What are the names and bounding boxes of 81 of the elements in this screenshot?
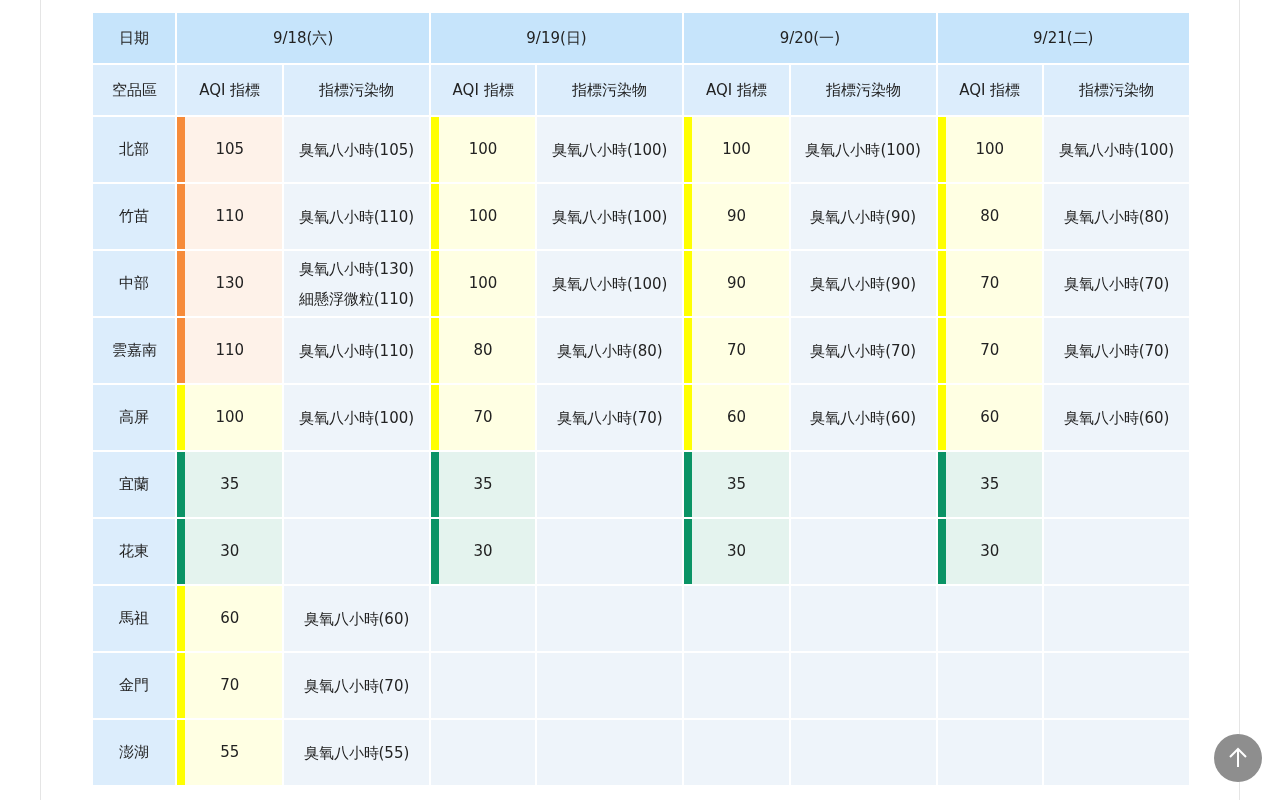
aqi-value: 70 — [980, 341, 1000, 360]
column-header: 指標污染物 — [790, 65, 936, 115]
region-cell: 竹苗 — [93, 184, 176, 249]
pollutant-text: 臭氧八小時(100) — [551, 139, 669, 161]
date-header: 9/21(二) — [937, 13, 1189, 63]
aqi-value: 100 — [468, 274, 498, 293]
date-header: 9/19(日) — [430, 13, 683, 63]
column-header: 指標污染物 — [537, 65, 683, 115]
region-cell: 雲嘉南 — [93, 318, 176, 383]
aqi-value: 100 — [215, 408, 245, 427]
pollutant-text: 臭氧八小時(70) — [302, 675, 411, 697]
aqi-value: 35 — [980, 475, 1000, 494]
date-header: 9/20(一) — [684, 13, 936, 63]
region-cell: 花東 — [93, 519, 176, 584]
aqi-value: 110 — [215, 341, 245, 360]
pollutant-text: 臭氧八小時(90) — [809, 206, 918, 228]
pollutant-text: 臭氧八小時(100) — [1057, 139, 1176, 161]
aqi-value: 130 — [215, 274, 245, 293]
aqi-value: 30 — [473, 542, 493, 561]
region-cell: 馬祖 — [93, 586, 176, 651]
aqi-value: 60 — [980, 408, 1000, 427]
aqi-value: 70 — [726, 341, 746, 360]
column-header: 日期 — [93, 13, 176, 63]
aqi-value: 30 — [980, 542, 1000, 561]
pollutant-text: 臭氧八小時(100) — [804, 139, 922, 161]
aqi-value: 100 — [975, 140, 1005, 159]
aqi-value: 55 — [220, 743, 240, 762]
aqi-value: 35 — [220, 475, 240, 494]
aqi-value: 80 — [980, 207, 1000, 226]
aqi-value: 90 — [726, 274, 746, 293]
region-cell: 宜蘭 — [93, 452, 176, 517]
pollutant-text: 臭氧八小時(100) — [297, 407, 416, 429]
date-header: 9/18(六) — [177, 13, 429, 63]
aqi-value: 100 — [722, 140, 751, 159]
aqi-value: 70 — [220, 676, 240, 695]
aqi-value: 90 — [726, 207, 746, 226]
pollutant-text: 臭氧八小時(70) — [555, 407, 664, 429]
pollutant-text: 臭氧八小時(60) — [1062, 407, 1171, 429]
aqi-value: 30 — [726, 542, 746, 561]
aqi-value: 60 — [726, 408, 746, 427]
pollutant-text: 臭氧八小時(100) — [551, 273, 669, 295]
column-header: 空品區 — [93, 65, 176, 115]
pollutant-text: 臭氧八小時(80) — [1062, 206, 1171, 228]
pollutant-text: 臭氧八小時(70) — [809, 340, 918, 362]
scroll-to-top-button[interactable] — [1214, 734, 1262, 782]
aqi-value: 100 — [468, 207, 498, 226]
pollutant-text: 臭氧八小時(90) — [809, 273, 918, 295]
pollutant-text: 臭氧八小時(110) — [297, 206, 416, 228]
aqi-value: 110 — [215, 207, 245, 226]
region-cell: 金門 — [93, 653, 176, 718]
region-cell: 北部 — [93, 117, 176, 182]
aqi-value: 60 — [220, 609, 240, 628]
column-header: AQI 指標 — [430, 65, 536, 115]
pollutant-text: 臭氧八小時(130) — [297, 258, 416, 280]
aqi-value: 35 — [726, 475, 746, 494]
pollutant-text: 臭氧八小時(100) — [551, 206, 669, 228]
column-header: AQI 指標 — [684, 65, 789, 115]
region-cell: 中部 — [93, 251, 176, 316]
aqi-value: 35 — [473, 475, 493, 494]
aqi-value: 100 — [468, 140, 498, 159]
column-header: 指標污染物 — [1044, 65, 1189, 115]
aqi-value: 80 — [473, 341, 493, 360]
pollutant-text: 臭氧八小時(70) — [1062, 340, 1171, 362]
pollutant-text: 臭氧八小時(60) — [302, 608, 411, 630]
aqi-value: 105 — [215, 140, 245, 159]
region-cell: 高屏 — [93, 385, 176, 450]
pollutant-text: 臭氧八小時(80) — [555, 340, 664, 362]
pollutant-text: 細懸浮微粒(110) — [297, 288, 416, 310]
pollutant-text: 臭氧八小時(105) — [297, 139, 416, 161]
column-header: AQI 指標 — [177, 65, 282, 115]
up-arrow-icon — [1227, 747, 1249, 769]
aqi-value: 30 — [220, 542, 240, 561]
pollutant-text: 臭氧八小時(60) — [809, 407, 918, 429]
aqi-value: 70 — [473, 408, 493, 427]
pollutant-text: 臭氧八小時(110) — [297, 340, 416, 362]
region-cell: 澎湖 — [93, 720, 176, 785]
aqi-value: 70 — [980, 274, 1000, 293]
pollutant-text: 臭氧八小時(70) — [1062, 273, 1171, 295]
column-header: AQI 指標 — [937, 65, 1043, 115]
pollutant-text: 臭氧八小時(55) — [302, 742, 411, 764]
column-header: 指標污染物 — [284, 65, 429, 115]
